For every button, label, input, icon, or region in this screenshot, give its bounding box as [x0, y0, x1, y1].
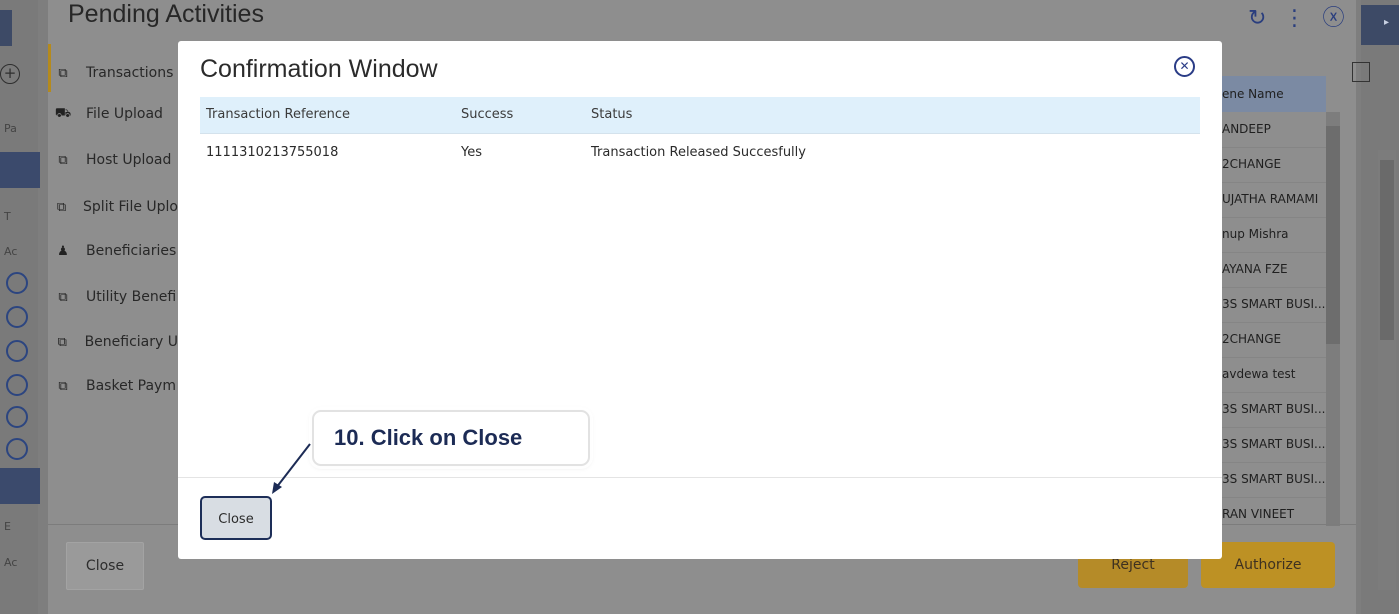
- table-row[interactable]: 3S SMART BUSI...: [1222, 427, 1326, 463]
- edge-toggle[interactable]: [0, 468, 40, 504]
- page-scrollbar-thumb[interactable]: [1380, 160, 1394, 340]
- edge-label: E: [4, 520, 11, 533]
- edge-label: T: [4, 210, 11, 223]
- table-row[interactable]: 3S SMART BUSI...: [1222, 392, 1326, 428]
- close-circle-icon[interactable]: ⓧ: [1322, 6, 1344, 31]
- sidebar-item-label: Beneficiaries: [86, 243, 177, 259]
- panel-header-icons: ↻ ⋮ ⓧ: [1248, 0, 1354, 32]
- edge-toggle[interactable]: [0, 152, 40, 188]
- add-icon[interactable]: +: [0, 64, 20, 84]
- column-header: ene Name: [1222, 76, 1326, 112]
- file-upload-icon: ⛟: [54, 105, 72, 121]
- modal-footer-divider: [178, 477, 1222, 478]
- callout-arrow-icon: [272, 443, 311, 494]
- host-upload-icon: ⧉: [58, 152, 68, 168]
- sidebar-item-label: Utility Benefi: [86, 289, 177, 305]
- table-row[interactable]: 2CHANGE: [1222, 147, 1326, 183]
- table-row[interactable]: nup Mishra: [1222, 217, 1326, 253]
- split-file-icon: ⧉: [56, 199, 67, 215]
- outer-left-tab: [0, 10, 12, 46]
- radio-icon[interactable]: [6, 406, 28, 428]
- refresh-icon[interactable]: ↻: [1248, 6, 1266, 31]
- sidebar-item-label: Transactions: [86, 65, 174, 81]
- left-edge-controls: + Pa T Ac E Ac: [0, 50, 48, 610]
- radio-icon[interactable]: [6, 272, 28, 294]
- table-row[interactable]: ANDEEP: [1222, 112, 1326, 148]
- basket-payment-icon: ⧉: [58, 378, 68, 394]
- table-row[interactable]: 3S SMART BUSI...: [1222, 462, 1326, 498]
- more-icon[interactable]: ⋮: [1283, 6, 1305, 31]
- utility-icon: ⧉: [58, 289, 68, 305]
- sidebar-item-beneficiaries[interactable]: ♟ Beneficiaries: [54, 234, 178, 268]
- close-icon[interactable]: ✕: [1174, 56, 1195, 77]
- table-row[interactable]: 3S SMART BUSI...: [1222, 287, 1326, 323]
- table-row[interactable]: UJATHA RAMAMI: [1222, 182, 1326, 218]
- edge-label: Ac: [4, 556, 18, 569]
- transaction-reference: 1111310213755018: [206, 145, 339, 160]
- beneficiary-name-column: ene Name ANDEEP 2CHANGE UJATHA RAMAMI nu…: [1222, 76, 1326, 526]
- table-row[interactable]: 2CHANGE: [1222, 322, 1326, 358]
- confirmation-modal: Confirmation Window ✕ Transaction Refere…: [178, 41, 1222, 559]
- table-header: Transaction Reference Success Status: [200, 97, 1200, 134]
- sidebar-item-label: Basket Paym: [86, 378, 176, 394]
- sidebar-item-transactions[interactable]: ⧉ Transactions: [54, 56, 178, 90]
- radio-icon[interactable]: [6, 340, 28, 362]
- sidebar-item-basket-payment[interactable]: ⧉ Basket Paym: [54, 369, 178, 403]
- table-row[interactable]: RAN VINEET: [1222, 497, 1326, 526]
- activity-sidebar: ⧉ Transactions ⛟ File Upload ⧉ Host Uplo…: [48, 44, 178, 524]
- success-value: Yes: [461, 145, 482, 160]
- table-row[interactable]: avdewa test: [1222, 357, 1326, 393]
- transactions-icon: ⧉: [58, 65, 68, 81]
- sidebar-item-split-file-upload[interactable]: ⧉ Split File Uplo: [54, 190, 178, 224]
- beneficiary-upload-icon: ⧉: [57, 334, 67, 350]
- edge-label: Ac: [4, 245, 18, 258]
- status-value: Transaction Released Succesfully: [591, 145, 806, 160]
- sidebar-item-host-upload[interactable]: ⧉ Host Upload: [54, 143, 178, 177]
- panel-close-button[interactable]: Close: [66, 542, 144, 590]
- sidebar-item-file-upload[interactable]: ⛟ File Upload: [54, 97, 178, 131]
- page-title: Pending Activities: [68, 0, 264, 28]
- modal-title: Confirmation Window: [200, 55, 438, 83]
- active-indicator: [48, 44, 51, 92]
- column-header-reference: Transaction Reference: [206, 107, 350, 122]
- table-row[interactable]: 1111310213755018 Yes Transaction Release…: [200, 133, 1200, 173]
- table-scrollbar-thumb[interactable]: [1326, 126, 1340, 344]
- export-icon[interactable]: [1352, 62, 1370, 82]
- sidebar-item-label: Beneficiary U: [84, 334, 178, 350]
- close-button[interactable]: Close: [200, 496, 272, 540]
- sidebar-item-label: Host Upload: [86, 152, 172, 168]
- outer-right-tab[interactable]: ▸: [1361, 5, 1399, 45]
- chevron-right-icon: ▸: [1383, 17, 1389, 28]
- radio-icon[interactable]: [6, 374, 28, 396]
- radio-icon[interactable]: [6, 438, 28, 460]
- column-header-success: Success: [461, 107, 514, 122]
- beneficiaries-icon: ♟: [57, 243, 69, 259]
- sidebar-item-label: Split File Uplo: [83, 199, 178, 215]
- sidebar-item-beneficiary-upload[interactable]: ⧉ Beneficiary U: [54, 325, 178, 359]
- column-header-status: Status: [591, 107, 633, 122]
- table-row[interactable]: AYANA FZE: [1222, 252, 1326, 288]
- tutorial-callout: 10. Click on Close: [312, 410, 590, 466]
- edge-label: Pa: [4, 122, 17, 135]
- sidebar-item-utility-beneficiaries[interactable]: ⧉ Utility Benefi: [54, 280, 178, 314]
- sidebar-item-label: File Upload: [86, 106, 163, 122]
- radio-icon[interactable]: [6, 306, 28, 328]
